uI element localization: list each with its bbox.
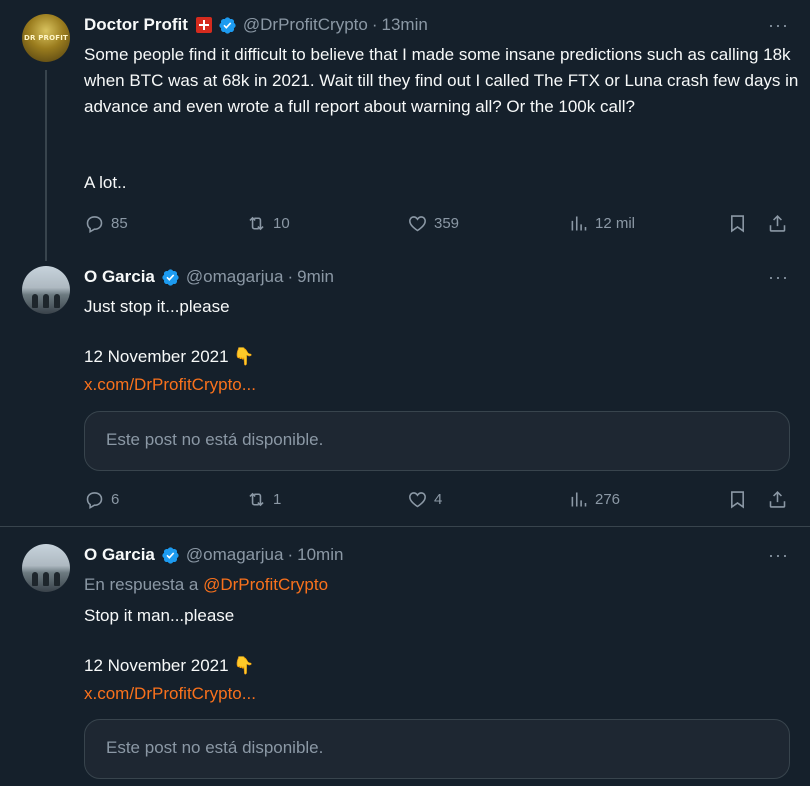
tweet-text: Stop it man...please <box>84 606 235 625</box>
share-icon[interactable] <box>767 489 788 510</box>
avatar-figure <box>32 572 38 586</box>
timestamp[interactable]: 10min <box>297 545 343 565</box>
unavailable-post-card[interactable]: Este post no está disponible. <box>84 411 790 471</box>
reply-icon <box>86 491 103 509</box>
date-line: 12 November 2021 👇 <box>84 656 255 675</box>
reply-button[interactable]: 6 <box>84 488 119 510</box>
avatar-o-garcia[interactable] <box>22 544 70 592</box>
tweet-text-2: A lot.. <box>84 173 127 192</box>
like-count: 359 <box>434 214 460 232</box>
repost-count: 10 <box>273 214 290 232</box>
reply-count: 6 <box>111 490 120 508</box>
tweet-link[interactable]: x.com/DrProfitCrypto... <box>84 684 256 704</box>
share-icon[interactable] <box>767 213 788 234</box>
verified-badge-icon <box>162 546 179 564</box>
tweet-header: O Garcia @omagarjua · 10min <box>84 544 343 566</box>
thread-line <box>45 70 47 261</box>
date-line: 12 November 2021 👇 <box>84 347 255 366</box>
like-count: 4 <box>434 490 443 508</box>
tweet-link[interactable]: x.com/DrProfitCrypto... <box>84 375 256 395</box>
card-text: Este post no está disponible. <box>106 738 324 757</box>
timestamp[interactable]: 9min <box>297 267 334 287</box>
avatar-figure <box>43 572 49 586</box>
avatar-figure <box>43 294 49 308</box>
reply-context: En respuesta a @DrProfitCrypto <box>84 575 328 595</box>
views-count: 276 <box>595 490 621 508</box>
tweet-text: Some people find it difficult to believe… <box>84 45 799 116</box>
verified-badge-icon <box>162 268 179 286</box>
views-icon <box>571 492 587 506</box>
bookmark-icon[interactable] <box>727 489 748 510</box>
repost-button[interactable]: 1 <box>246 488 281 510</box>
avatar-figure <box>54 294 60 308</box>
verified-badge-icon <box>219 16 236 34</box>
separator: · <box>287 545 294 564</box>
separator: · <box>371 15 378 34</box>
author-name[interactable]: O Garcia <box>84 545 155 565</box>
views-button[interactable]: 12 mil <box>568 212 635 234</box>
author-name[interactable]: O Garcia <box>84 267 155 287</box>
separator: · <box>287 267 294 286</box>
repost-icon <box>249 216 264 230</box>
author-handle[interactable]: @omagarjua <box>186 267 284 287</box>
avatar-o-garcia[interactable] <box>22 266 70 314</box>
reply-prefix: En respuesta a <box>84 575 199 594</box>
views-icon <box>571 216 587 230</box>
avatar-logo-text: DR PROFIT <box>23 34 69 42</box>
tweet-divider <box>0 526 810 527</box>
like-icon <box>409 491 426 507</box>
author-handle[interactable]: @DrProfitCrypto <box>243 15 368 35</box>
card-text: Este post no está disponible. <box>106 430 324 449</box>
reply-button[interactable]: 85 <box>84 212 128 234</box>
avatar-figure <box>54 572 60 586</box>
views-button[interactable]: 276 <box>568 488 620 510</box>
more-icon[interactable]: ··· <box>768 546 788 570</box>
timestamp[interactable]: 13min <box>382 15 428 35</box>
more-icon[interactable]: ··· <box>768 16 788 40</box>
repost-button[interactable]: 10 <box>246 212 290 234</box>
repost-count: 1 <box>273 490 282 508</box>
like-button[interactable]: 359 <box>407 212 459 234</box>
tweet-text: Just stop it...please <box>84 297 230 316</box>
avatar-doctor-profit[interactable]: DR PROFIT <box>22 14 70 62</box>
unavailable-post-card[interactable]: Este post no está disponible. <box>84 719 790 779</box>
author-name[interactable]: Doctor Profit <box>84 15 188 35</box>
repost-icon <box>249 492 264 506</box>
swiss-flag-icon <box>195 17 212 33</box>
views-count: 12 mil <box>595 214 636 232</box>
reply-count: 85 <box>111 214 128 232</box>
bookmark-icon[interactable] <box>727 213 748 234</box>
tweet-header: Doctor Profit @DrProfitCrypto · 13min <box>84 14 428 36</box>
reply-to-handle[interactable]: @DrProfitCrypto <box>203 575 328 594</box>
reply-icon <box>86 215 103 233</box>
like-button[interactable]: 4 <box>407 488 442 510</box>
author-handle[interactable]: @omagarjua <box>186 545 284 565</box>
more-icon[interactable]: ··· <box>768 268 788 292</box>
avatar-figure <box>32 294 38 308</box>
tweet-header: O Garcia @omagarjua · 9min <box>84 266 334 288</box>
like-icon <box>409 215 426 231</box>
